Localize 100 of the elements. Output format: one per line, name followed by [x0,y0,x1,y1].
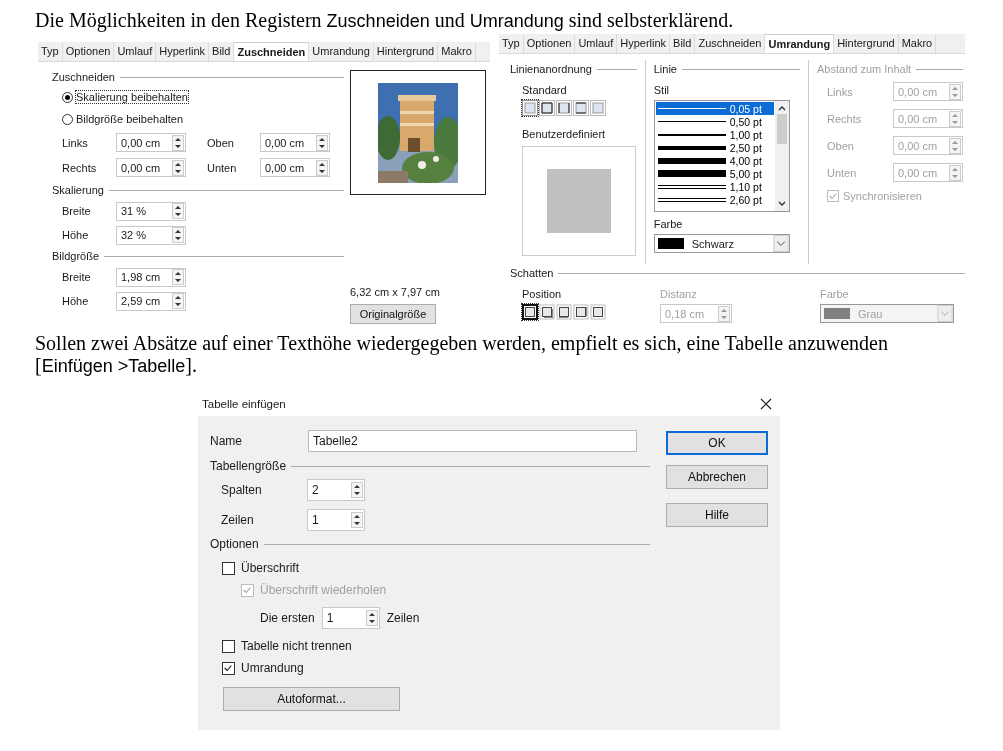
shadow-position-icon[interactable] [573,304,589,320]
dialog-button[interactable]: Abbrechen [666,465,768,489]
autoformat-button[interactable]: Autoformat... [223,687,400,711]
unit-label: Zeilen [386,611,420,625]
field-label: Zeilen [221,513,255,527]
checkbox[interactable] [222,639,235,653]
checkbox-label: Synchronisieren [843,190,922,202]
tab[interactable]: Umlauf [575,34,618,53]
field-label: Oben [207,136,235,149]
spin-arrows-icon[interactable] [172,227,184,243]
field-label: Breite [62,205,92,217]
radio-option[interactable]: Bildgröße beibehalten [62,108,344,130]
border-preset-icon[interactable] [556,100,572,116]
tab[interactable]: Typ [499,34,524,53]
scroll-down-icon[interactable] [776,200,787,208]
field-label: Links [827,85,854,98]
radio-option[interactable]: Skalierung beibehalten [62,86,344,108]
field-label: Unten [207,161,238,174]
spin-field[interactable]: 0,00 cm [116,158,186,177]
spin-field[interactable]: 2 [307,479,365,501]
spin-field[interactable]: 0,00 cm [116,133,186,152]
tab[interactable]: Umlauf [114,42,157,61]
tab[interactable]: Umrandung [309,42,374,61]
spin-arrows-icon[interactable] [172,203,184,219]
shadow-position-icon[interactable] [556,304,572,320]
checkbox[interactable] [222,561,235,575]
field-label: Links [62,136,89,149]
dialog-button[interactable]: Hilfe [666,503,768,527]
line-style-item[interactable]: 0,50 pt [655,115,774,128]
tab[interactable]: Typ [38,42,63,61]
spin-arrows-icon[interactable] [351,482,363,498]
tab[interactable]: Hintergrund [373,42,439,61]
field-label: Standard [522,84,568,96]
field-label: Unten [827,166,858,179]
line-style-item[interactable]: 1,00 pt [655,128,774,141]
line-style-item[interactable]: 2,50 pt [655,141,774,154]
scroll-up-icon[interactable] [776,104,787,112]
line-style-item[interactable]: 0,05 pt [655,102,774,115]
shadow-position-icon[interactable] [590,304,606,320]
tab[interactable]: Umrandung [765,34,835,53]
tab[interactable]: Hyperlink [156,42,210,61]
border-preset-icon[interactable] [522,100,538,116]
spin-field[interactable]: 2,59 cm [116,291,186,311]
border-preset-icon[interactable] [573,100,589,116]
border-preset-icon[interactable] [539,100,555,116]
field-label: Distanz [660,288,698,300]
checkbox-label: Umrandung [241,661,304,675]
spin-arrows-icon[interactable] [172,293,184,309]
tab[interactable]: Hyperlink [617,34,671,53]
spin-field[interactable]: 1 [307,509,365,531]
line-style-item[interactable]: 4,00 pt [655,154,774,167]
group-title: Tabellengröße [210,459,287,473]
original-size-button[interactable]: Originalgröße [350,304,436,324]
shadow-position-icon[interactable] [539,304,555,320]
spin-arrows-icon[interactable] [316,159,328,176]
spin-field[interactable]: 1,98 cm [116,267,186,287]
shadow-position-icon[interactable] [522,304,538,320]
dialog-button[interactable]: OK [666,431,768,455]
tab[interactable]: Makro [438,42,476,61]
scroll-thumb[interactable] [776,114,787,144]
field-label: Farbe [820,288,850,300]
spin-field[interactable]: 1 [321,607,380,629]
field-label: Höhe [62,295,90,307]
line-style-item[interactable]: 2,60 pt [655,193,774,206]
group-title: Skalierung [52,184,104,196]
field-label: Rechts [62,161,98,174]
spin-field[interactable]: 32 % [116,225,186,245]
checkbox[interactable] [222,661,235,675]
spin-arrows-icon[interactable] [172,269,184,285]
spin-arrows-icon[interactable] [172,159,184,176]
spin-arrows-icon[interactable] [365,610,378,626]
close-icon[interactable] [760,398,772,410]
color-dropdown[interactable]: Schwarz [653,234,790,253]
spin-arrows-icon[interactable] [351,512,363,528]
chevron-icon[interactable] [772,235,789,252]
line-style-item[interactable]: 1,10 pt [655,180,774,193]
tab[interactable]: Optionen [523,34,576,53]
tab[interactable]: Makro [898,34,937,53]
radio-label: Skalierung beibehalten [76,91,188,103]
scrollbar[interactable] [774,101,789,211]
body-paragraph: Sollen zwei Absätze auf einer Texthöhe wiedergegeben werden, empfielt es sich, eine Tabelle anzuwenden [Einfügen >Tabelle]. [34,332,889,377]
line-style-item[interactable]: 5,00 pt [655,167,774,180]
spin-field[interactable]: 0,00 cm [260,133,330,152]
group-title: Optionen [210,537,259,551]
line-style-list[interactable]: 0,05 pt 0,50 pt 1,00 pt 2,50 pt 4,00 pt 5,00 pt 1,10 pt 2,60 pt [653,100,790,212]
intro-paragraph: Die Möglichkeiten in den Registern Zuschneiden und Umrandung sind selbsterklärend. [34,8,735,32]
group-title: Schatten [510,267,554,279]
radio-label: Bildgröße beibehalten [76,113,184,125]
original-size-text: 6,32 cm x 7,97 cm [350,286,441,298]
spin-field[interactable]: 0,00 cm [260,158,330,177]
tab[interactable]: Hintergrund [834,34,899,53]
tab[interactable]: Optionen [62,42,115,61]
name-field[interactable]: Tabelle2 [308,430,637,452]
tab[interactable]: Zuschneiden [234,42,310,61]
field-label: Die ersten [260,611,315,625]
spin-field[interactable]: 31 % [116,201,186,221]
field-label: Farbe [653,218,684,230]
spin-arrows-icon[interactable] [316,134,328,151]
tab[interactable]: Bild [670,34,696,53]
spin-arrows-icon[interactable] [172,134,184,151]
